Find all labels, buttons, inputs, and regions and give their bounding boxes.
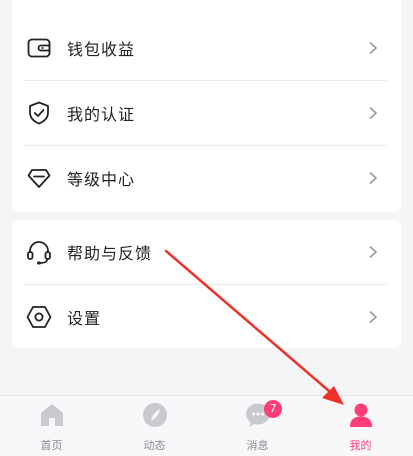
tab-messages[interactable]: 7 消息: [206, 396, 309, 456]
person-icon: [349, 403, 372, 427]
tab-label: 消息: [246, 439, 269, 452]
tab-me[interactable]: 我的: [309, 396, 412, 456]
unread-badge: 7: [264, 400, 282, 418]
home-icon: [40, 404, 63, 426]
menu-item-wallet[interactable]: 钱包收益: [12, 16, 401, 80]
menu-item-help-feedback[interactable]: 帮助与反馈: [12, 220, 401, 284]
chevron-right-icon: [369, 245, 378, 259]
settings-hexagon-icon: [26, 304, 52, 330]
menu-item-label: 钱包收益: [67, 40, 136, 59]
diamond-icon: [26, 165, 52, 191]
tab-label: 我的: [349, 439, 372, 452]
menu-item-level-center[interactable]: 等级中心: [12, 146, 401, 210]
tab-home[interactable]: 首页: [0, 396, 103, 456]
menu-item-certification[interactable]: 我的认证: [12, 81, 401, 145]
menu-item-label: 帮助与反馈: [67, 244, 153, 263]
wallet-icon: [26, 35, 52, 61]
menu-item-label: 设置: [67, 309, 102, 328]
shield-check-icon: [26, 100, 52, 126]
bottom-tab-bar: 首页 动态 7 消息 我的: [0, 395, 413, 456]
menu-item-settings[interactable]: 设置: [12, 285, 401, 348]
chevron-right-icon: [369, 171, 378, 185]
headset-icon: [26, 239, 52, 265]
chevron-right-icon: [369, 106, 378, 120]
menu-item-label: 我的认证: [67, 105, 136, 124]
tab-feed[interactable]: 动态: [103, 396, 206, 456]
menu-item-label: 等级中心: [67, 170, 136, 189]
menu-card-bottom: 帮助与反馈 设置: [12, 220, 401, 348]
compass-feather-icon: [142, 403, 167, 427]
tab-label: 动态: [143, 439, 166, 452]
tab-label: 首页: [40, 439, 63, 452]
chevron-right-icon: [369, 310, 378, 324]
menu-card-top: 钱包收益 我的认证 等级中心: [12, 0, 401, 212]
chevron-right-icon: [369, 41, 378, 55]
